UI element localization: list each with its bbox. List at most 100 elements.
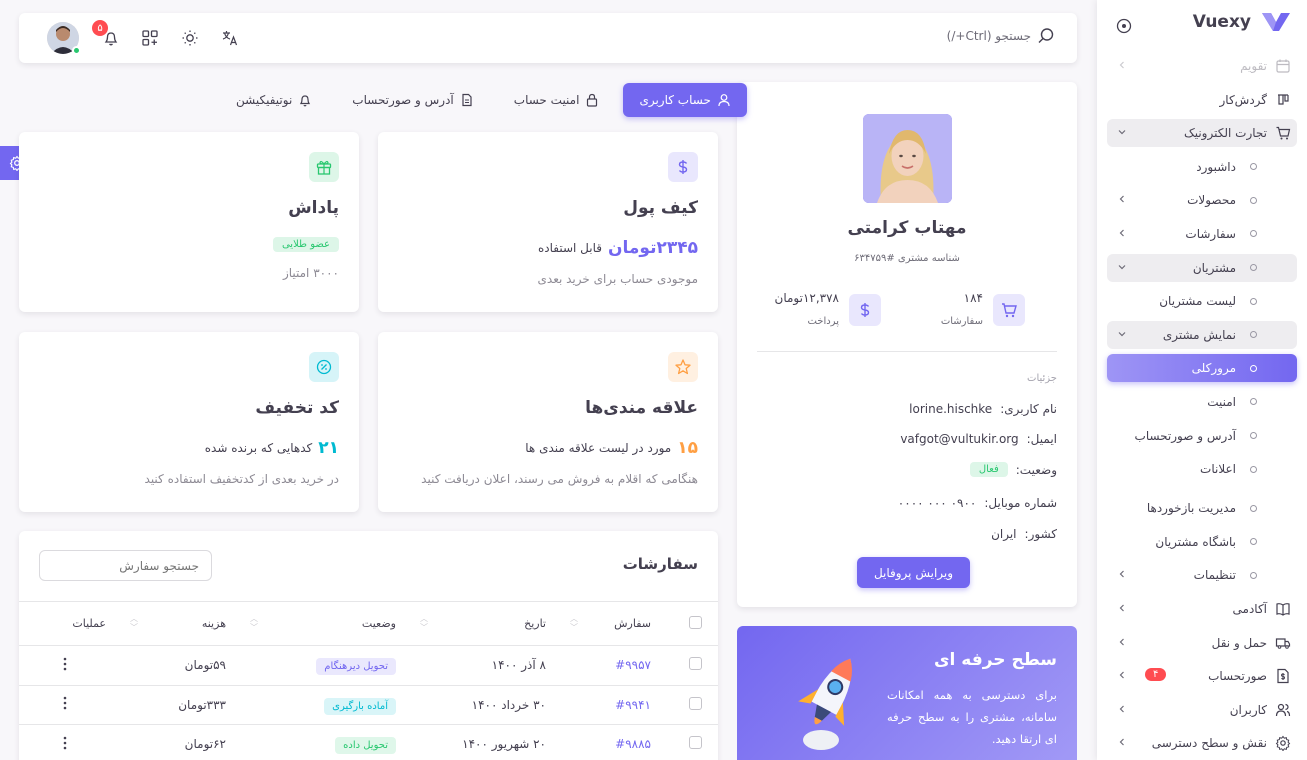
bullet-icon bbox=[1250, 571, 1257, 579]
sidebar-item-18[interactable]: صورتحساب ۴ bbox=[1107, 662, 1297, 690]
sidebar-item-9[interactable]: مرورکلی bbox=[1107, 354, 1297, 383]
sidebar-item-19[interactable]: کاربران bbox=[1107, 696, 1297, 724]
tab-account[interactable]: حساب کاربری bbox=[623, 83, 747, 117]
col-actions: عملیات bbox=[19, 601, 118, 646]
sidebar-item-13[interactable]: مدیریت بازخوردها bbox=[1107, 494, 1297, 522]
tab-billing[interactable]: آدرس و صورتحساب bbox=[336, 83, 489, 117]
col-cost[interactable]: هزینه ︿ ﹀ bbox=[118, 601, 238, 646]
order-id-link[interactable]: #۹۸۸۵ bbox=[615, 737, 651, 751]
sidebar-item-15[interactable]: تنظیمات bbox=[1107, 561, 1297, 589]
sidebar-item-14[interactable]: باشگاه مشتریان bbox=[1107, 528, 1297, 556]
detail-country: کشور: ایران bbox=[991, 527, 1057, 541]
shortcuts-button[interactable] bbox=[140, 28, 160, 48]
table-header-row: سفارش ︿ ﹀ تاریخ ︿ ﹀ وضعیت ︿ ﹀ هزینه ︿ ﹀ عملیات bbox=[19, 601, 718, 646]
order-date-cell: ۳۰ خرداد ۱۴۰۰ bbox=[408, 685, 558, 725]
sidebar-item-label: داشبورد bbox=[1196, 159, 1236, 174]
translate-icon bbox=[222, 31, 238, 46]
theme-toggle-button[interactable] bbox=[180, 28, 200, 48]
brand[interactable]: Vuexy bbox=[1193, 12, 1291, 32]
row-checkbox[interactable] bbox=[689, 657, 702, 671]
chevron-left-icon bbox=[1117, 60, 1127, 70]
sidebar-item-4[interactable]: محصولات bbox=[1107, 186, 1297, 214]
select-all-checkbox[interactable] bbox=[689, 615, 702, 629]
order-id-link[interactable]: #۹۹۴۱ bbox=[615, 698, 651, 712]
sidebar-item-10[interactable]: امنیت bbox=[1107, 388, 1297, 416]
order-status-cell: آماده بارگیری bbox=[238, 685, 408, 725]
sun-icon bbox=[182, 30, 198, 46]
sidebar-item-1[interactable]: گردش‌کار bbox=[1107, 86, 1297, 114]
sidebar-item-label: گردش‌کار bbox=[1219, 92, 1268, 107]
detail-username: نام کاربری: lorine.hischke bbox=[909, 402, 1057, 416]
more-vertical-icon[interactable] bbox=[63, 657, 67, 671]
sidebar: Vuexy تقویم گردش‌کار تجارت الکترونیک داشبور… bbox=[1097, 0, 1307, 760]
user-icon bbox=[718, 94, 730, 107]
bullet-icon bbox=[1250, 364, 1257, 372]
vuexy-logo-icon bbox=[1262, 13, 1290, 31]
detail-email: ایمیل: vafgot@vultukir.org bbox=[900, 432, 1057, 446]
order-id-cell: #۹۹۴۱ bbox=[558, 685, 663, 725]
search-label: جستجو (Ctrl+/) bbox=[946, 29, 1031, 43]
order-id-link[interactable]: #۹۹۵۷ bbox=[615, 658, 651, 672]
wishlist-desc: هنگامی که اقلام به فروش می رسند، اعلان د… bbox=[421, 472, 698, 486]
status-badge: آماده بارگیری bbox=[324, 697, 396, 715]
sort-icon: ︿ ﹀ bbox=[570, 614, 578, 632]
sidebar-item-2[interactable]: تجارت الکترونیک bbox=[1107, 119, 1297, 148]
col-order[interactable]: سفارش ︿ ﹀ bbox=[558, 601, 663, 646]
chevron-down-icon bbox=[1117, 329, 1127, 339]
chevron-down-icon bbox=[1117, 127, 1127, 137]
sort-icon: ︿ ﹀ bbox=[250, 614, 258, 632]
col-status[interactable]: وضعیت ︿ ﹀ bbox=[238, 601, 408, 646]
reward-points: ۳۰۰۰ امتیاز bbox=[282, 266, 339, 280]
sidebar-item-label: نقش و سطح دسترسی bbox=[1151, 736, 1267, 751]
gift-icon bbox=[316, 160, 332, 175]
sidebar-item-label: تقویم bbox=[1240, 59, 1267, 73]
bullet-icon bbox=[1250, 398, 1257, 406]
detail-phone: شماره موبایل: ۰۹۰۰ ۰۰۰ ۰۰۰۰ bbox=[897, 496, 1057, 510]
orders-title: سفارشات bbox=[622, 555, 698, 573]
sidebar-item-6[interactable]: مشتریان bbox=[1107, 253, 1297, 282]
order-search-input[interactable] bbox=[39, 550, 212, 581]
order-cost-cell: ۳۳۳تومان bbox=[118, 685, 238, 725]
order-actions-cell bbox=[19, 685, 118, 725]
payment-stat-icon bbox=[849, 294, 881, 326]
bullet-icon bbox=[1250, 264, 1257, 272]
sidebar-item-0[interactable]: تقویم bbox=[1107, 52, 1297, 80]
row-select-cell bbox=[663, 724, 718, 760]
search-trigger[interactable]: جستجو (Ctrl+/) bbox=[947, 27, 1055, 45]
more-vertical-icon[interactable] bbox=[63, 736, 67, 750]
notification-badge: ۵ bbox=[92, 20, 108, 36]
search-icon bbox=[1038, 28, 1054, 43]
bullet-icon bbox=[1250, 163, 1257, 171]
sidebar-item-20[interactable]: نقش و سطح دسترسی bbox=[1107, 729, 1297, 757]
sidebar-item-7[interactable]: لیست مشتریان bbox=[1107, 287, 1297, 315]
row-checkbox[interactable] bbox=[689, 696, 702, 710]
sidebar-item-5[interactable]: سفارشات bbox=[1107, 220, 1297, 248]
sidebar-item-label: آکادمی bbox=[1232, 601, 1267, 616]
tab-security[interactable]: امنیت حساب bbox=[498, 83, 616, 117]
sidebar-item-11[interactable]: آدرس و صورتحساب bbox=[1107, 422, 1297, 450]
chevron-left-icon bbox=[1117, 194, 1127, 204]
sidebar-item-3[interactable]: داشبورد bbox=[1107, 153, 1297, 181]
col-date[interactable]: تاریخ ︿ ﹀ bbox=[408, 601, 558, 646]
grid-plus-icon bbox=[142, 30, 158, 46]
order-status-cell: تحویل دیرهنگام bbox=[238, 645, 408, 686]
tab-notifications[interactable]: نوتیفیکیشن bbox=[220, 83, 328, 117]
sidebar-item-8[interactable]: نمایش مشتری bbox=[1107, 320, 1297, 349]
sidebar-item-17[interactable]: حمل و نقل bbox=[1107, 629, 1297, 657]
bullet-icon bbox=[1250, 196, 1257, 204]
invoice-count-badge: ۴ bbox=[1145, 668, 1167, 682]
navbar: جستجو (Ctrl+/) ۵ bbox=[19, 13, 1077, 63]
language-button[interactable] bbox=[220, 28, 240, 48]
reward-icon-box bbox=[309, 152, 339, 182]
collapse-sidebar-icon[interactable] bbox=[1116, 18, 1132, 34]
edit-profile-button[interactable]: ویرایش پروفایل bbox=[857, 557, 970, 588]
order-id-cell: #۹۹۵۷ bbox=[558, 645, 663, 686]
sidebar-item-12[interactable]: اعلانات bbox=[1107, 455, 1297, 483]
payment-stat-label: پرداخت bbox=[807, 316, 839, 327]
more-vertical-icon[interactable] bbox=[63, 696, 67, 710]
account-tabs: حساب کاربری امنیت حساب آدرس و صورتحساب ن… bbox=[220, 83, 747, 117]
sidebar-item-16[interactable]: آکادمی bbox=[1107, 595, 1297, 623]
row-checkbox[interactable] bbox=[689, 736, 702, 750]
order-cost-cell: ۵۹تومان bbox=[118, 645, 238, 686]
book-icon bbox=[1275, 601, 1291, 617]
